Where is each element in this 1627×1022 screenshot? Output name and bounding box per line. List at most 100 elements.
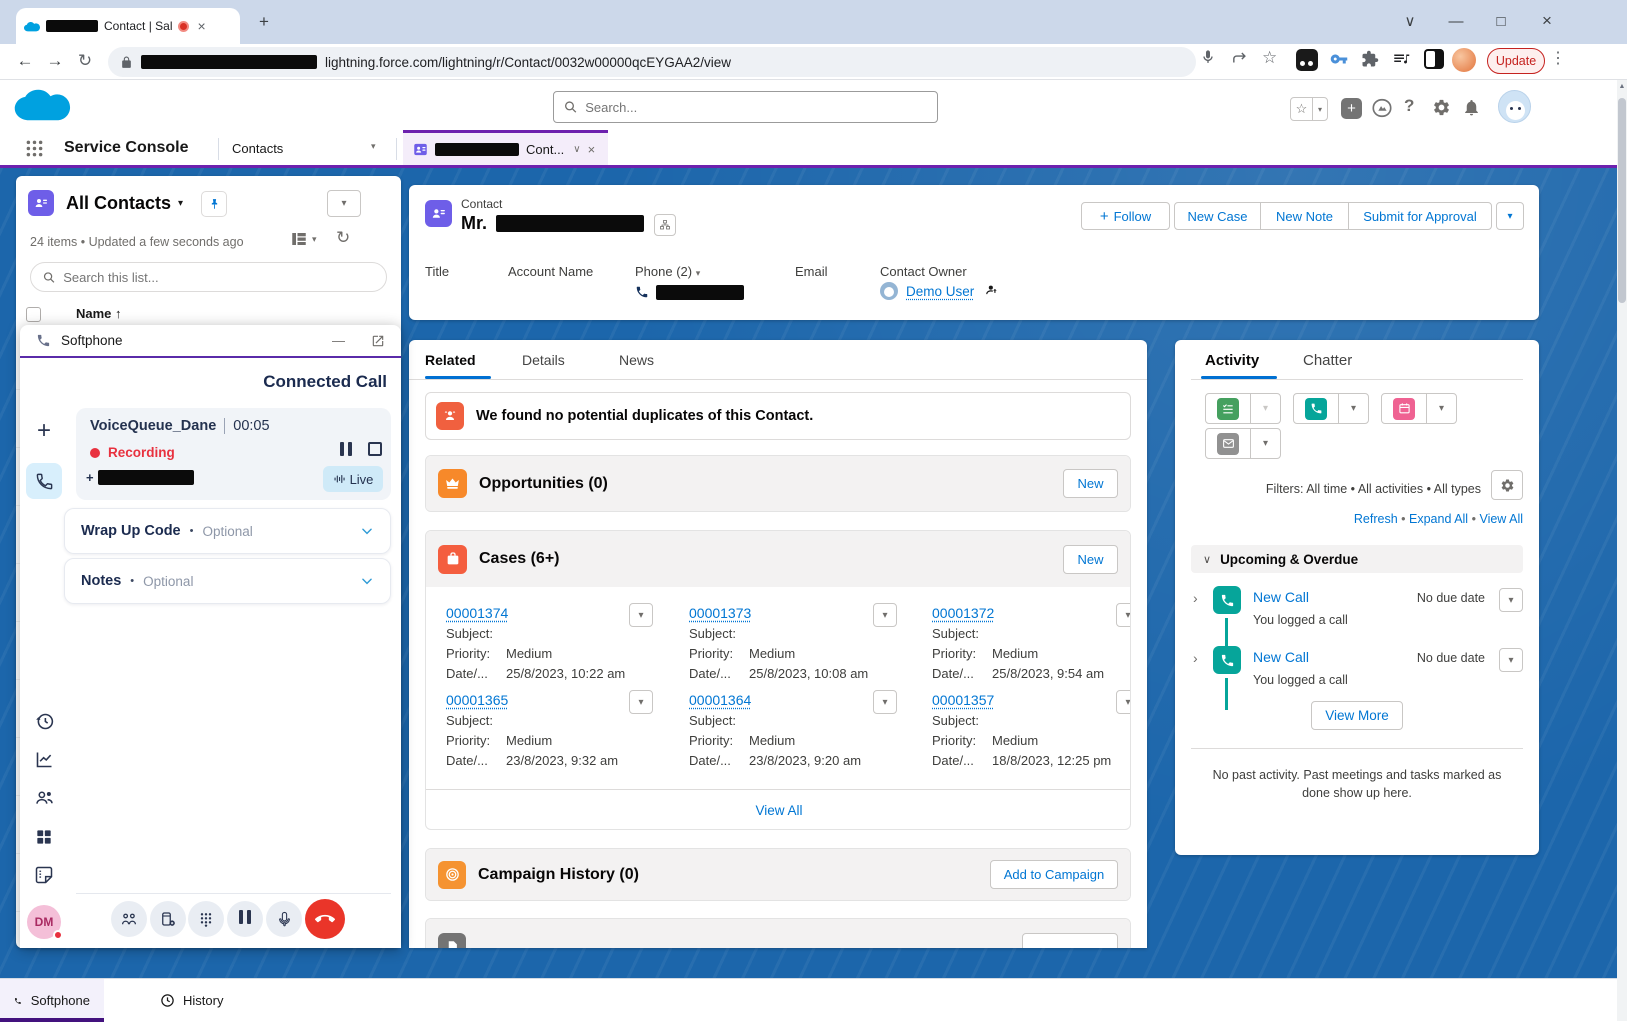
campaign-title[interactable]: Campaign History (0) — [478, 866, 639, 884]
expand-all-link[interactable]: Expand All — [1409, 512, 1468, 526]
tab-news[interactable]: News — [619, 352, 654, 368]
utility-softphone-tab[interactable]: Softphone — [0, 979, 104, 1022]
favorite-star-icon[interactable]: ☆ — [1291, 98, 1313, 120]
task-caret-icon[interactable]: ▾ — [1251, 394, 1280, 423]
new-event-split-button[interactable]: ▾ — [1381, 393, 1457, 424]
window-close-button[interactable]: × — [1529, 4, 1565, 38]
softphone-minimize-icon[interactable]: — — [332, 333, 345, 348]
new-task-split-button[interactable]: ▾ — [1205, 393, 1281, 424]
favorites-split-button[interactable]: ☆ ▾ — [1290, 97, 1328, 121]
help-icon[interactable]: ? — [1404, 96, 1414, 116]
pin-list-button[interactable] — [201, 191, 227, 217]
global-search[interactable] — [553, 91, 938, 123]
window-chevron-button[interactable]: ∨ — [1392, 4, 1428, 38]
browser-menu-kebab-icon[interactable]: ⋮ — [1550, 48, 1566, 68]
submit-for-approval-button[interactable]: Submit for Approval — [1349, 203, 1491, 229]
cases-view-all-link[interactable]: View All — [755, 803, 802, 818]
log-call-split-button[interactable]: ▾ — [1293, 393, 1369, 424]
dialpad-button[interactable] — [188, 901, 224, 937]
browser-tab[interactable]: Contact | Sal × — [16, 8, 240, 44]
case-row-dropdown[interactable]: ▾ — [1116, 690, 1131, 714]
new-note-button[interactable]: New Note — [1261, 203, 1349, 229]
tab-close-icon[interactable]: × — [197, 18, 205, 34]
user-avatar[interactable] — [1498, 90, 1531, 123]
mute-mic-button[interactable] — [266, 901, 302, 937]
window-minimize-button[interactable]: — — [1438, 4, 1474, 38]
event-caret-icon[interactable]: ▾ — [1427, 394, 1456, 423]
reload-button[interactable]: ↻ — [70, 46, 100, 76]
favorites-caret-icon[interactable]: ▾ — [1313, 98, 1327, 120]
email-caret-icon[interactable]: ▾ — [1251, 429, 1280, 458]
opportunities-title[interactable]: Opportunities (0) — [479, 475, 608, 493]
view-more-button[interactable]: View More — [1311, 701, 1403, 730]
case-row-dropdown[interactable]: ▾ — [1116, 603, 1131, 627]
case-row-dropdown[interactable]: ▾ — [629, 603, 653, 627]
share-icon[interactable] — [1231, 49, 1248, 66]
mic-icon[interactable] — [1200, 49, 1216, 65]
case-row-dropdown[interactable]: ▾ — [873, 603, 897, 627]
setup-gear-icon[interactable] — [1432, 98, 1451, 117]
view-hierarchy-button[interactable] — [654, 214, 676, 236]
new-case-list-button[interactable]: New — [1063, 545, 1118, 574]
activity-item-dropdown[interactable]: ▾ — [1499, 648, 1523, 672]
owner-link[interactable]: Demo User — [906, 284, 974, 299]
scrollbar-thumb[interactable] — [1618, 98, 1626, 303]
tab-details[interactable]: Details — [522, 352, 565, 368]
display-as-icon[interactable] — [290, 230, 308, 248]
list-refresh-icon[interactable]: ↻ — [336, 228, 350, 248]
tab-activity[interactable]: Activity — [1205, 352, 1259, 369]
profile-avatar[interactable] — [1452, 48, 1476, 72]
notifications-bell-icon[interactable] — [1462, 98, 1481, 117]
softphone-nav-contacts-icon[interactable] — [32, 785, 56, 809]
back-button[interactable]: ← — [10, 46, 40, 76]
bookmark-star-icon[interactable]: ☆ — [1262, 48, 1277, 68]
partial-section-button[interactable] — [1022, 933, 1118, 949]
softphone-new-call-plus-icon[interactable]: + — [30, 417, 58, 445]
softphone-nav-apps-icon[interactable] — [32, 825, 56, 849]
chevron-down-icon[interactable] — [360, 574, 374, 588]
tab-related[interactable]: Related — [425, 352, 476, 368]
extension-key-icon[interactable] — [1330, 50, 1348, 68]
new-tab-button[interactable]: + — [252, 10, 276, 34]
transfer-call-button[interactable] — [111, 901, 147, 937]
refresh-link[interactable]: Refresh — [1354, 512, 1398, 526]
list-view-caret-icon[interactable]: ▾ — [178, 198, 183, 209]
chevron-down-icon[interactable] — [360, 524, 374, 538]
add-to-campaign-button[interactable]: Add to Campaign — [990, 860, 1118, 889]
extension-bw-icon[interactable] — [1296, 49, 1318, 71]
softphone-nav-phone-active[interactable] — [26, 463, 62, 499]
list-search-box[interactable] — [30, 262, 387, 292]
follow-button[interactable]: + Follow — [1081, 202, 1170, 230]
extension-playlist-icon[interactable] — [1392, 50, 1410, 68]
end-call-button[interactable] — [305, 899, 345, 939]
notes-section[interactable]: Notes • Optional — [64, 558, 391, 604]
pause-recording-icon[interactable] — [340, 442, 352, 461]
name-column-header[interactable]: Name ↑ — [76, 306, 122, 321]
record-tab-contact[interactable]: Cont... ∨ × — [403, 130, 608, 165]
scrollbar-up-arrow[interactable]: ▲ — [1618, 83, 1626, 93]
swap-device-button[interactable] — [150, 901, 186, 937]
extensions-puzzle-icon[interactable] — [1361, 50, 1379, 68]
softphone-nav-notes-icon[interactable] — [32, 863, 56, 887]
case-row-dropdown[interactable]: ▾ — [873, 690, 897, 714]
tab-chatter[interactable]: Chatter — [1303, 352, 1352, 369]
record-tab-caret-icon[interactable]: ∨ — [573, 144, 580, 155]
global-search-input[interactable] — [585, 100, 927, 115]
quick-create-plus-icon[interactable]: + — [1341, 98, 1362, 119]
trailhead-help-icon[interactable] — [1371, 97, 1393, 119]
utility-history-tab[interactable]: History — [160, 979, 223, 1022]
softphone-nav-history-icon[interactable] — [32, 709, 56, 733]
phone-icon[interactable] — [635, 285, 649, 299]
new-case-button[interactable]: New Case — [1175, 203, 1261, 229]
expand-item-icon[interactable]: › — [1193, 650, 1198, 666]
display-as-caret-icon[interactable]: ▾ — [312, 234, 317, 245]
case-link[interactable]: 00001372 — [932, 605, 1131, 621]
more-actions-dropdown[interactable]: ▾ — [1496, 202, 1524, 230]
softphone-nav-metrics-icon[interactable] — [32, 747, 56, 771]
activity-item-title[interactable]: New Call — [1253, 649, 1309, 665]
softphone-popout-icon[interactable] — [371, 334, 385, 348]
chrome-update-button[interactable]: Update — [1487, 48, 1545, 74]
nav-tab-contacts[interactable]: Contacts — [232, 141, 283, 156]
window-maximize-button[interactable]: □ — [1483, 4, 1519, 38]
view-all-link[interactable]: View All — [1479, 512, 1523, 526]
